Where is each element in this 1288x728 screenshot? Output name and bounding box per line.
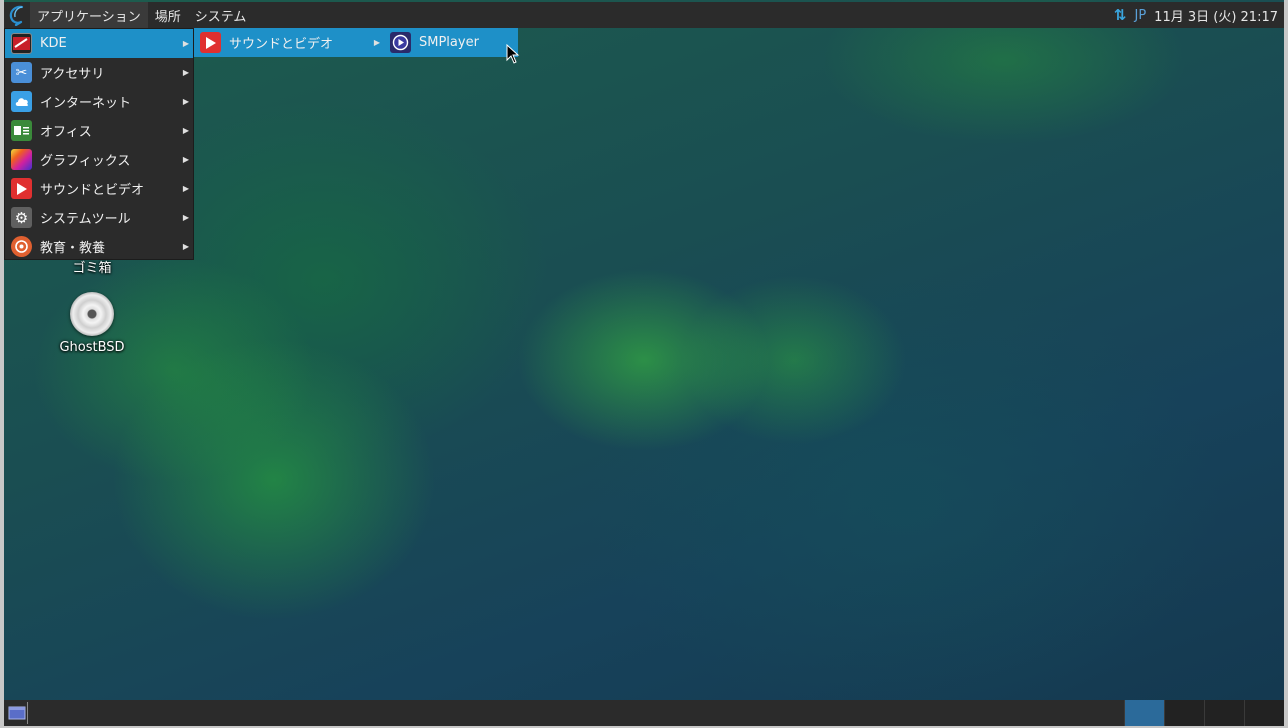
places-menu[interactable]: 場所 xyxy=(148,2,188,28)
desktop-icon-trash[interactable]: ゴミ箱 xyxy=(52,257,132,276)
applications-dropdown: KDE ▶ ✂ アクセサリ ▶ インターネット ▶ オフィス ▶ グラフィックス… xyxy=(4,28,194,260)
cloud-icon xyxy=(11,91,32,112)
menu-item-internet[interactable]: インターネット ▶ xyxy=(5,87,193,116)
menu-item-office[interactable]: オフィス ▶ xyxy=(5,116,193,145)
menu-item-label: グラフィックス xyxy=(40,154,131,169)
sound-video-submenu: SMPlayer xyxy=(384,28,518,57)
menu-item-kde[interactable]: KDE ▶ xyxy=(5,29,193,58)
menu-item-accessories[interactable]: ✂ アクセサリ ▶ xyxy=(5,58,193,87)
desktop-background[interactable] xyxy=(4,0,1284,726)
smplayer-icon xyxy=(390,32,411,53)
office-icon xyxy=(11,120,32,141)
system-tray: ⇅ JP 11月 3日 (火) 21:17 xyxy=(1114,6,1284,25)
menu-item-label: KDE xyxy=(40,36,67,51)
gear-icon: ⚙ xyxy=(11,207,32,228)
top-panel: アプリケーション 場所 システム ⇅ JP 11月 3日 (火) 21:17 xyxy=(4,2,1284,28)
network-updown-icon[interactable]: ⇅ xyxy=(1114,6,1127,24)
workspace-1[interactable] xyxy=(1124,700,1164,726)
menu-item-system-tools[interactable]: ⚙ システムツール ▶ xyxy=(5,203,193,232)
kde-submenu: サウンドとビデオ ▶ xyxy=(194,28,384,57)
clock[interactable]: 11月 3日 (火) 21:17 xyxy=(1154,6,1278,25)
mouse-pointer-icon xyxy=(506,43,520,68)
desktop-icon-ghostbsd[interactable]: GhostBSD xyxy=(52,292,132,355)
submenu-arrow-icon: ▶ xyxy=(373,38,380,47)
menu-item-graphics[interactable]: グラフィックス ▶ xyxy=(5,145,193,174)
bottom-panel xyxy=(4,700,1284,726)
kde-icon xyxy=(11,33,32,54)
applications-menu[interactable]: アプリケーション xyxy=(30,2,148,28)
desktop-icon-label: GhostBSD xyxy=(59,340,125,355)
submenu-arrow-icon: ▶ xyxy=(182,39,189,48)
menu-item-label: 教育・教養 xyxy=(40,241,106,256)
submenu-arrow-icon: ▶ xyxy=(182,155,189,164)
menu-item-sound-video[interactable]: サウンドとビデオ ▶ xyxy=(5,174,193,203)
workspace-4[interactable] xyxy=(1244,700,1284,726)
menu-item-label: アクセサリ xyxy=(40,67,105,82)
keyboard-layout[interactable]: JP xyxy=(1134,8,1146,23)
ghostbsd-logo-icon[interactable] xyxy=(6,4,28,26)
menu-item-label: SMPlayer xyxy=(419,35,479,50)
education-icon xyxy=(11,236,32,257)
menu-item-smplayer[interactable]: SMPlayer xyxy=(384,28,518,57)
cd-disc-icon xyxy=(70,292,114,336)
menu-item-label: オフィス xyxy=(40,125,92,140)
play-icon xyxy=(11,178,32,199)
graphics-icon xyxy=(11,149,32,170)
scissors-icon: ✂ xyxy=(11,62,32,83)
submenu-arrow-icon: ▶ xyxy=(182,242,189,251)
menu-item-label: サウンドとビデオ xyxy=(229,37,334,52)
workspace-3[interactable] xyxy=(1204,700,1244,726)
submenu-arrow-icon: ▶ xyxy=(182,213,189,222)
menu-item-label: システムツール xyxy=(40,212,131,227)
play-icon xyxy=(200,32,221,53)
show-desktop-button[interactable] xyxy=(6,702,28,724)
system-menu[interactable]: システム xyxy=(188,2,254,28)
workspace-switcher xyxy=(1124,700,1284,726)
submenu-arrow-icon: ▶ xyxy=(182,126,189,135)
menu-item-label: サウンドとビデオ xyxy=(40,183,145,198)
submenu-arrow-icon: ▶ xyxy=(182,97,189,106)
submenu-arrow-icon: ▶ xyxy=(182,184,189,193)
workspace-2[interactable] xyxy=(1164,700,1204,726)
menu-item-kde-sound-video[interactable]: サウンドとビデオ ▶ xyxy=(194,28,384,57)
desktop-icon-label: ゴミ箱 xyxy=(72,261,112,276)
menu-item-label: インターネット xyxy=(40,96,132,111)
submenu-arrow-icon: ▶ xyxy=(182,68,189,77)
